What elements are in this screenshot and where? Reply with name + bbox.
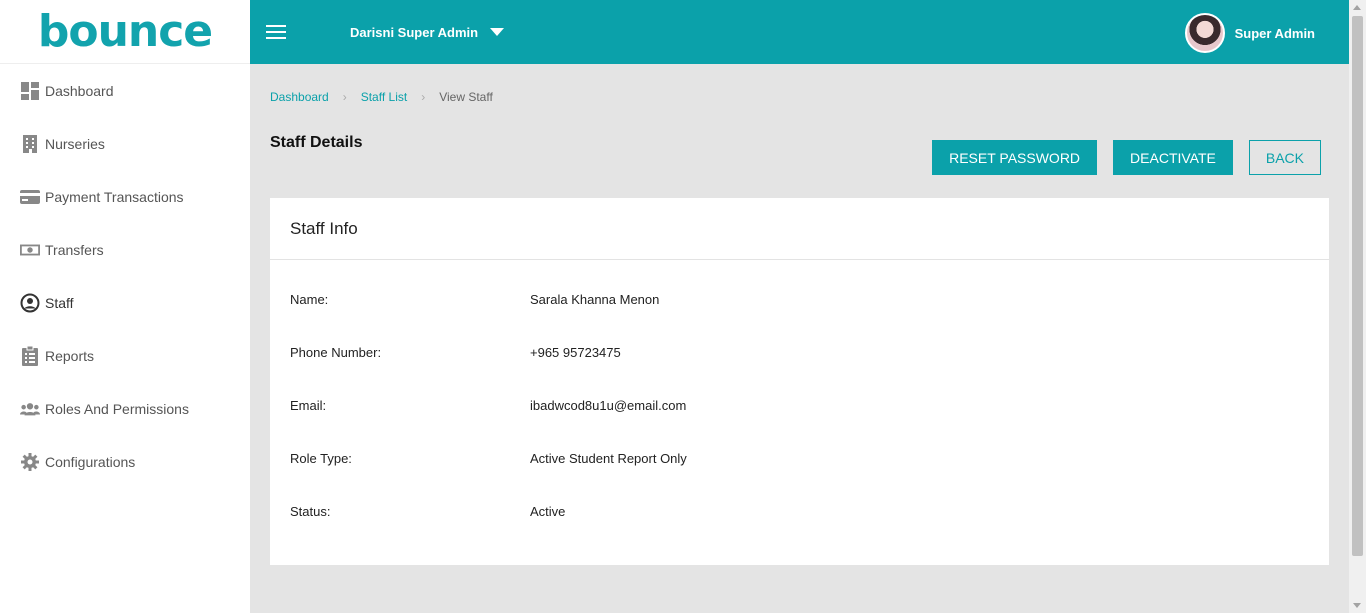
chevron-right-icon: › (342, 90, 347, 104)
sidebar-item-staff[interactable]: Staff (0, 276, 250, 329)
field-status: Status: Active (270, 485, 1329, 538)
sidebar: bounce Dashboard Nurseries Payment Trans… (0, 0, 250, 613)
field-value: Active Student Report Only (530, 451, 687, 466)
dashboard-icon (20, 81, 40, 101)
building-icon (20, 134, 40, 154)
card-title: Staff Info (270, 198, 1329, 260)
sidebar-item-reports[interactable]: Reports (0, 329, 250, 382)
breadcrumb: Dashboard › Staff List › View Staff (270, 90, 493, 104)
sidebar-item-roles-and-permissions[interactable]: Roles And Permissions (0, 382, 250, 435)
sidebar-nav: Dashboard Nurseries Payment Transactions… (0, 64, 250, 488)
money-icon (20, 240, 40, 260)
sidebar-item-label: Reports (45, 347, 95, 364)
clipboard-icon (20, 345, 40, 366)
field-value: +965 95723475 (530, 345, 621, 360)
field-value: Sarala Khanna Menon (530, 292, 660, 307)
field-email: Email: ibadwcod8u1u@email.com (270, 379, 1329, 432)
sidebar-item-transfers[interactable]: Transfers (0, 223, 250, 276)
sidebar-item-label: Roles And Permissions (45, 400, 189, 417)
field-label: Name: (290, 292, 329, 307)
breadcrumb-staff-list[interactable]: Staff List (361, 90, 407, 104)
field-label: Email: (290, 398, 327, 413)
scroll-down-arrow-icon[interactable] (1353, 603, 1361, 608)
field-label: Phone Number: (290, 345, 382, 360)
avatar (1184, 13, 1225, 53)
sidebar-item-label: Nurseries (45, 135, 105, 152)
sidebar-item-payment-transactions[interactable]: Payment Transactions (0, 170, 250, 223)
chevron-right-icon: › (421, 90, 426, 104)
page-scrollbar[interactable] (1349, 0, 1366, 613)
staff-info-fields: Name: Sarala Khanna Menon Phone Number: … (270, 260, 1329, 538)
sidebar-item-label: Dashboard (45, 82, 114, 99)
user-menu[interactable]: Super Admin (1184, 13, 1315, 53)
field-role-type: Role Type: Active Student Report Only (270, 432, 1329, 485)
org-selector[interactable]: Darisni Super Admin (350, 23, 505, 41)
org-name: Darisni Super Admin (350, 24, 479, 40)
sidebar-item-nurseries[interactable]: Nurseries (0, 117, 250, 170)
reset-password-button[interactable]: RESET PASSWORD (932, 140, 1098, 175)
user-name: Super Admin (1234, 25, 1315, 41)
action-buttons: RESET PASSWORD DEACTIVATE BACK (932, 140, 1321, 175)
credit-card-icon (20, 187, 40, 207)
field-value: Active (530, 504, 566, 519)
sidebar-item-configurations[interactable]: Configurations (0, 435, 250, 488)
deactivate-button[interactable]: DEACTIVATE (1113, 140, 1233, 175)
user-circle-icon (20, 293, 40, 313)
caret-down-icon (490, 23, 505, 41)
gear-icon (20, 452, 40, 472)
top-bar: Darisni Super Admin Super Admin (250, 0, 1349, 64)
sidebar-item-dashboard[interactable]: Dashboard (0, 64, 250, 117)
sidebar-item-label: Transfers (45, 241, 104, 258)
scroll-thumb[interactable] (1352, 16, 1363, 556)
logo-text: bounce (37, 5, 213, 57)
field-label: Role Type: (290, 451, 352, 466)
field-phone-number: Phone Number: +965 95723475 (270, 326, 1329, 379)
sidebar-item-label: Payment Transactions (45, 188, 184, 205)
brand-logo[interactable]: bounce (0, 0, 250, 64)
page-title: Staff Details (270, 134, 363, 151)
breadcrumb-dashboard[interactable]: Dashboard (270, 90, 329, 104)
staff-info-card: Staff Info Name: Sarala Khanna Menon Pho… (270, 198, 1329, 565)
menu-toggle-icon[interactable] (266, 21, 286, 43)
sidebar-item-label: Staff (45, 294, 74, 311)
field-name: Name: Sarala Khanna Menon (270, 273, 1329, 326)
field-value: ibadwcod8u1u@email.com (530, 398, 687, 413)
users-icon (20, 399, 40, 419)
back-button[interactable]: BACK (1248, 140, 1321, 175)
breadcrumb-current: View Staff (439, 90, 493, 104)
sidebar-item-label: Configurations (45, 453, 136, 470)
scroll-up-arrow-icon[interactable] (1353, 5, 1361, 10)
field-label: Status: (290, 504, 331, 519)
